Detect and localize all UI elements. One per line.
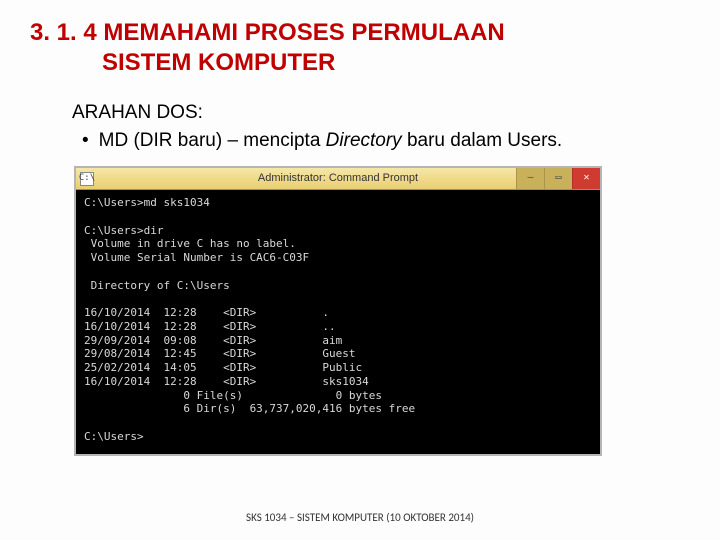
maximize-button[interactable]: ▭ xyxy=(544,168,572,189)
slide-body: ARAHAN DOS: • MD (DIR baru) – mencipta D… xyxy=(30,102,690,456)
window-titlebar: C:\ Administrator: Command Prompt – ▭ ✕ xyxy=(76,168,600,190)
heading-line1: 3. 1. 4 MEMAHAMI PROSES PERMULAAN xyxy=(30,19,505,46)
terminal-output: C:\Users>md sks1034 C:\Users>dir Volume … xyxy=(76,190,600,454)
cmd-icon: C:\ xyxy=(80,172,94,186)
bullet-dot: • xyxy=(82,130,89,152)
bullet-suffix: baru dalam Users. xyxy=(402,130,563,151)
command-prompt-window: C:\ Administrator: Command Prompt – ▭ ✕ … xyxy=(74,166,602,456)
window-buttons: – ▭ ✕ xyxy=(516,168,600,189)
bullet-text: MD (DIR baru) – mencipta Directory baru … xyxy=(99,130,563,152)
subtitle: ARAHAN DOS: xyxy=(72,102,690,124)
bullet-prefix: MD (DIR baru) – mencipta xyxy=(99,130,326,151)
heading-line2: SISTEM KOMPUTER xyxy=(30,48,690,78)
slide-footer: SKS 1034 – SISTEM KOMPUTER (10 OKTOBER 2… xyxy=(0,511,720,524)
slide-heading: 3. 1. 4 MEMAHAMI PROSES PERMULAAN SISTEM… xyxy=(30,18,690,78)
bullet-item: • MD (DIR baru) – mencipta Directory bar… xyxy=(72,130,690,152)
bullet-italic: Directory xyxy=(326,130,402,151)
close-button[interactable]: ✕ xyxy=(572,168,600,189)
minimize-button[interactable]: – xyxy=(516,168,544,189)
cmd-icon-glyph: C:\ xyxy=(79,173,95,184)
